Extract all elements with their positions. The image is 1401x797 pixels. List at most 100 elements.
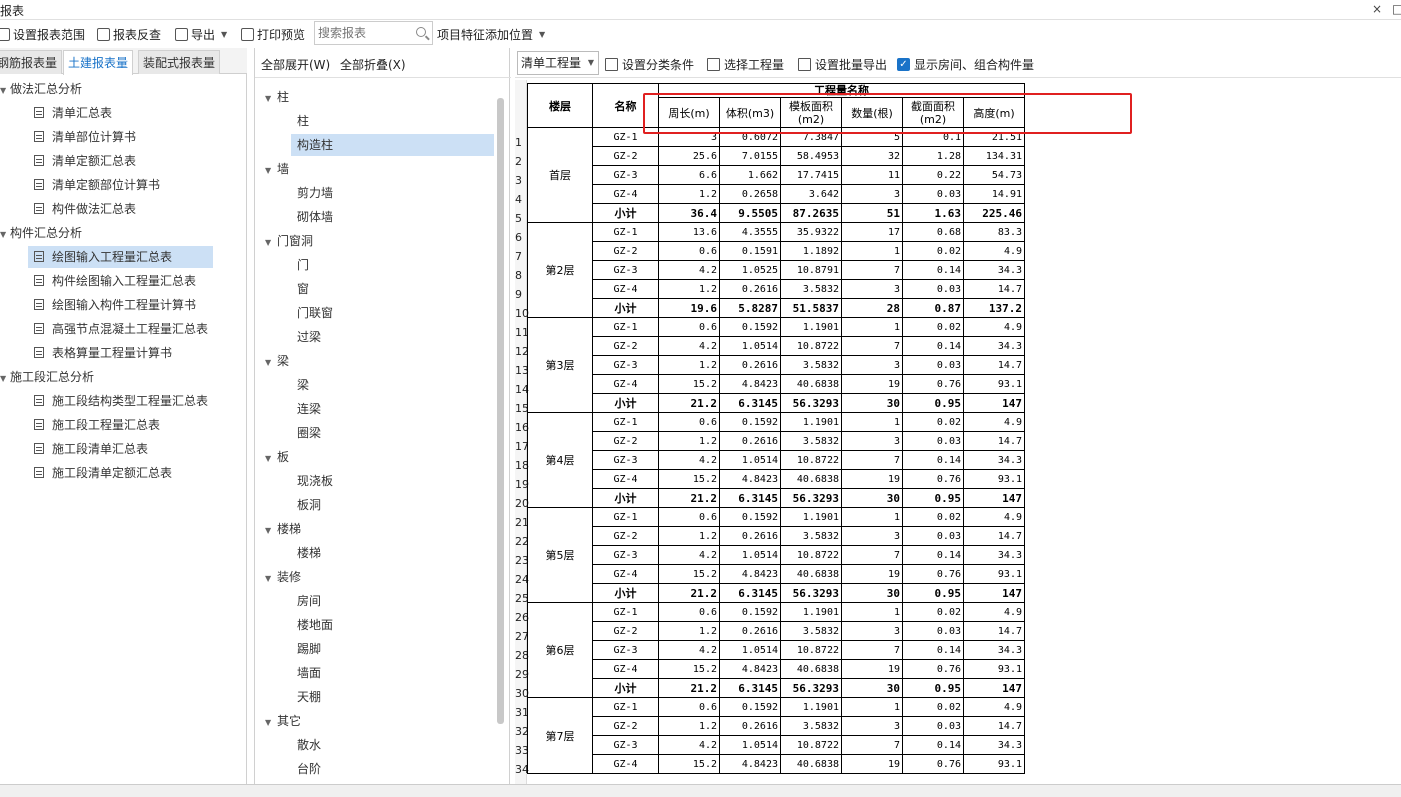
tab-prefab-report[interactable]: 装配式报表量 — [138, 50, 221, 74]
subtotal-row[interactable]: 小计 36.4 9.5505 87.2635 51 1.63 225.46 — [528, 203, 1025, 223]
table-row[interactable]: GZ-4 15.2 4.8423 40.6838 19 0.76 93.1 — [528, 564, 1025, 584]
table-row[interactable]: 第2层 GZ-1 13.6 4.3555 35.9322 17 0.68 83.3 — [527, 222, 1025, 318]
component-item[interactable]: 楼地面 — [291, 614, 494, 636]
tree-item[interactable]: 清单定额汇总表 — [28, 150, 243, 172]
component-group[interactable]: ▼ 柱 — [265, 86, 493, 108]
component-item[interactable]: 柱 — [291, 110, 494, 132]
row-number[interactable]: 33 — [515, 741, 529, 760]
component-item[interactable]: 剪力墙 — [291, 182, 494, 204]
subtotal-row[interactable]: 小计 21.2 6.3145 56.3293 30 0.95 147 — [528, 393, 1025, 413]
component-item[interactable]: 现浇板 — [291, 470, 494, 492]
component-item[interactable]: 构造柱 — [291, 134, 494, 156]
set-range-button[interactable]: 设置报表范围 — [0, 26, 85, 43]
subtotal-row[interactable]: 小计 21.2 6.3145 56.3293 30 0.95 147 — [528, 488, 1025, 508]
batch-export-button[interactable]: 设置批量导出 — [798, 56, 887, 73]
row-number[interactable]: 19 — [515, 475, 529, 494]
component-group[interactable]: ▼ 其它 — [265, 710, 493, 732]
component-item[interactable]: 砌体墙 — [291, 206, 494, 228]
caret-down-icon[interactable]: ▼ — [0, 80, 10, 102]
print-preview-button[interactable]: 打印预览 — [241, 26, 305, 43]
search-input[interactable] — [315, 22, 411, 44]
caret-down-icon[interactable]: ▼ — [265, 232, 277, 254]
table-row[interactable]: GZ-2 1.2 0.2616 3.5832 3 0.03 14.7 — [528, 621, 1025, 641]
table-row[interactable]: 第5层 GZ-1 0.6 0.1592 1.1901 1 0.02 4.9 — [527, 507, 1025, 603]
component-group[interactable]: ▼ 梁 — [265, 350, 493, 372]
tree-group[interactable]: ▼ 施工段汇总分析 — [0, 366, 247, 388]
table-row[interactable]: GZ-3 4.2 1.0514 10.8722 7 0.14 34.3 — [528, 640, 1025, 660]
component-item[interactable]: 门联窗 — [291, 302, 494, 324]
row-number[interactable]: 6 — [515, 228, 527, 247]
row-number[interactable]: 12 — [515, 342, 529, 361]
tree-item[interactable]: 构件绘图输入工程量汇总表 — [28, 270, 243, 292]
table-row[interactable]: 第6层 GZ-1 0.6 0.1592 1.1901 1 0.02 4.9 — [527, 602, 1025, 698]
row-number[interactable]: 24 — [515, 570, 529, 589]
table-row[interactable]: GZ-3 4.2 1.0514 10.8722 7 0.14 34.3 — [528, 450, 1025, 470]
row-number[interactable]: 16 — [515, 418, 529, 437]
caret-down-icon[interactable]: ▼ — [265, 520, 277, 542]
component-group[interactable]: ▼ 板 — [265, 446, 493, 468]
row-number[interactable]: 8 — [515, 266, 527, 285]
subtotal-row[interactable]: 小计 19.6 5.8287 51.5837 28 0.87 137.2 — [528, 298, 1025, 318]
table-row[interactable]: GZ-4 1.2 0.2616 3.5832 3 0.03 14.7 — [528, 279, 1025, 299]
table-row[interactable]: GZ-3 6.6 1.662 17.7415 11 0.22 54.73 — [528, 165, 1025, 185]
row-number[interactable]: 20 — [515, 494, 529, 513]
table-row[interactable]: GZ-4 15.2 4.8423 40.6838 19 0.76 93.1 — [528, 659, 1025, 679]
row-number[interactable]: 1 — [515, 133, 527, 152]
row-number[interactable]: 27 — [515, 627, 529, 646]
component-item[interactable]: 房间 — [291, 590, 494, 612]
component-item[interactable]: 踢脚 — [291, 638, 494, 660]
table-row[interactable]: GZ-4 1.2 0.2658 3.642 3 0.03 14.91 — [528, 184, 1025, 204]
search-icon[interactable] — [416, 27, 426, 37]
row-number[interactable]: 14 — [515, 380, 529, 399]
table-row[interactable]: 第4层 GZ-1 0.6 0.1592 1.1901 1 0.02 4.9 — [527, 412, 1025, 508]
report-search[interactable] — [314, 21, 433, 45]
feature-position-dropdown[interactable]: 项目特征添加位置 ▼ — [437, 26, 545, 43]
caret-down-icon[interactable]: ▼ — [265, 160, 277, 182]
table-row[interactable]: GZ-2 1.2 0.2616 3.5832 3 0.03 14.7 — [528, 431, 1025, 451]
component-item[interactable]: 台阶 — [291, 758, 494, 780]
row-number[interactable]: 13 — [515, 361, 529, 380]
tree-item[interactable]: 清单汇总表 — [28, 102, 243, 124]
table-row[interactable]: GZ-4 15.2 4.8423 40.6838 19 0.76 93.1 — [528, 374, 1025, 394]
tree-item[interactable]: 清单定额部位计算书 — [28, 174, 243, 196]
table-row[interactable]: 第7层 GZ-1 0.6 0.1592 1.1901 1 0.02 4.9 — [527, 697, 1025, 774]
row-number[interactable]: 34 — [515, 760, 529, 779]
caret-down-icon[interactable]: ▼ — [265, 352, 277, 374]
row-number[interactable]: 23 — [515, 551, 529, 570]
restore-icon[interactable]: □ — [1392, 2, 1401, 16]
row-number[interactable]: 5 — [515, 209, 527, 228]
table-row[interactable]: GZ-2 4.2 1.0514 10.8722 7 0.14 34.3 — [528, 336, 1025, 356]
tree-item[interactable]: 高强节点混凝土工程量汇总表 — [28, 318, 243, 340]
export-button[interactable]: 导出 ▼ — [175, 26, 227, 43]
caret-down-icon[interactable]: ▼ — [265, 712, 277, 734]
component-scrollbar[interactable] — [497, 98, 504, 724]
row-number[interactable]: 15 — [515, 399, 529, 418]
table-row[interactable]: GZ-3 4.2 1.0514 10.8722 7 0.14 34.3 — [528, 545, 1025, 565]
component-item[interactable]: 梁 — [291, 374, 494, 396]
tab-rebar-report[interactable]: 钢筋报表量 — [0, 50, 63, 74]
tree-item[interactable]: 施工段清单定额汇总表 — [28, 462, 243, 484]
row-number[interactable]: 10 — [515, 304, 529, 323]
component-item[interactable]: 楼梯 — [291, 542, 494, 564]
caret-down-icon[interactable]: ▼ — [0, 224, 10, 246]
table-row[interactable]: GZ-3 4.2 1.0525 10.8791 7 0.14 34.3 — [528, 260, 1025, 280]
table-row[interactable]: GZ-2 1.2 0.2616 3.5832 3 0.03 14.7 — [528, 526, 1025, 546]
row-number[interactable]: 31 — [515, 703, 529, 722]
component-item[interactable]: 板洞 — [291, 494, 494, 516]
row-number[interactable]: 18 — [515, 456, 529, 475]
row-number[interactable]: 9 — [515, 285, 527, 304]
component-group[interactable]: ▼ 墙 — [265, 158, 493, 180]
caret-down-icon[interactable]: ▼ — [265, 88, 277, 110]
tree-item[interactable]: 构件做法汇总表 — [28, 198, 243, 220]
table-row[interactable]: GZ-4 15.2 4.8423 40.6838 19 0.76 93.1 — [528, 754, 1025, 774]
tree-item[interactable]: 施工段结构类型工程量汇总表 — [28, 390, 243, 412]
tree-item[interactable]: 绘图输入构件工程量计算书 — [28, 294, 243, 316]
row-number[interactable]: 7 — [515, 247, 527, 266]
select-quantity-button[interactable]: 选择工程量 — [707, 56, 784, 73]
component-item[interactable]: 圈梁 — [291, 422, 494, 444]
reverse-lookup-button[interactable]: 报表反查 — [97, 26, 161, 43]
component-group[interactable]: ▼ 装修 — [265, 566, 493, 588]
show-rooms-checkbox[interactable]: ✓ 显示房间、组合构件量 — [897, 56, 1034, 73]
row-number[interactable]: 29 — [515, 665, 529, 684]
row-number[interactable]: 4 — [515, 190, 527, 209]
